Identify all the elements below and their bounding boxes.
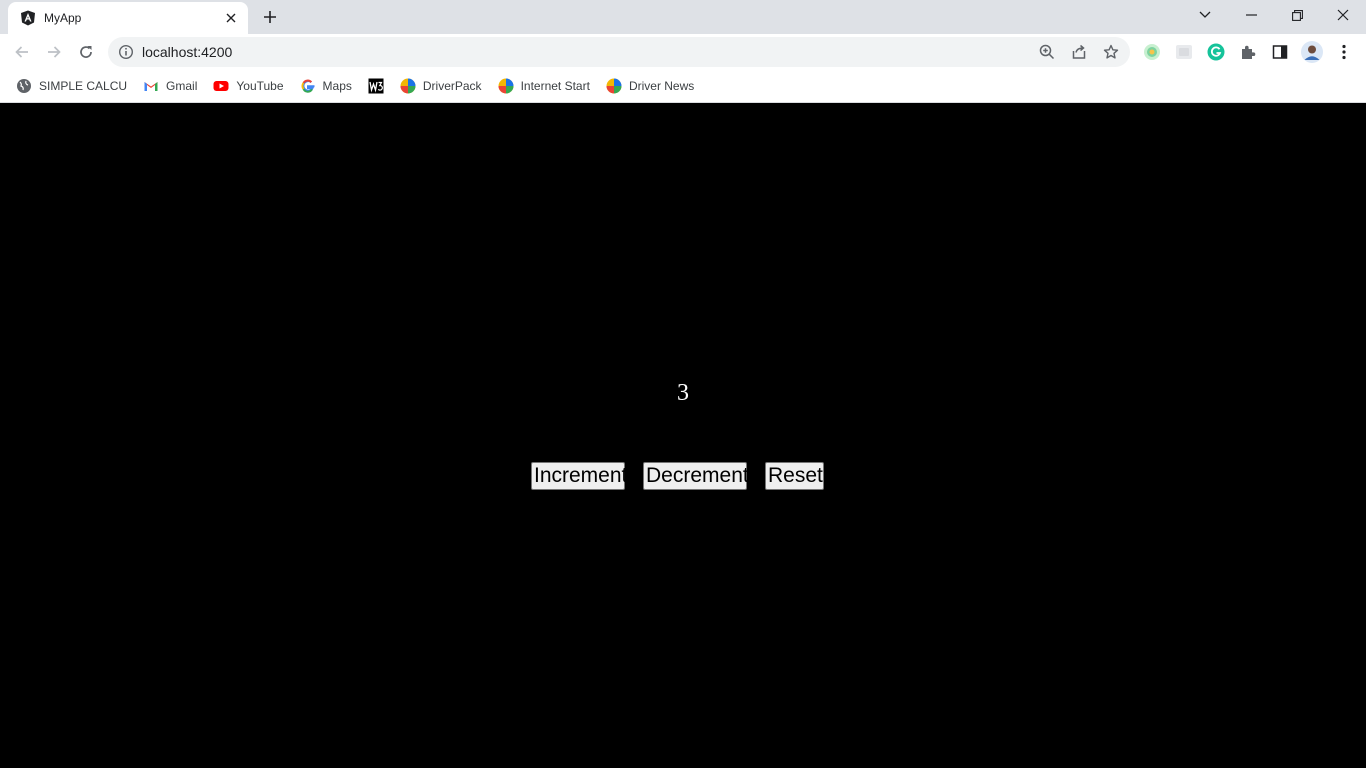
url-text[interactable]: localhost:4200 xyxy=(142,44,232,60)
counter-value: 3 xyxy=(677,380,689,406)
page-content: 3 Increment Decrement Reset xyxy=(0,103,1366,768)
plus-icon xyxy=(264,11,276,23)
restore-button[interactable] xyxy=(1274,0,1320,30)
globe-icon xyxy=(17,79,31,93)
bookmark-w3schools[interactable] xyxy=(360,73,392,99)
arrow-right-icon xyxy=(48,46,61,58)
youtube-icon xyxy=(213,81,229,91)
info-icon[interactable] xyxy=(118,44,134,60)
angular-icon xyxy=(21,10,35,26)
reload-button[interactable] xyxy=(72,38,100,66)
share-icon[interactable] xyxy=(1070,43,1088,61)
bookmarks-bar: SIMPLE CALCU Gmail YouTube Maps DriverPa… xyxy=(0,70,1366,103)
minimize-icon xyxy=(1245,14,1257,16)
zoom-icon[interactable] xyxy=(1038,43,1056,61)
bookmark-label: SIMPLE CALCU xyxy=(39,79,128,93)
bookmark-label: YouTube xyxy=(236,79,284,93)
extension-colorful-icon[interactable] xyxy=(1142,42,1162,62)
reset-button[interactable]: Reset xyxy=(765,462,824,490)
bookmark-simple-calcu[interactable]: SIMPLE CALCU xyxy=(8,73,135,99)
restore-icon xyxy=(1291,9,1303,21)
w3schools-icon xyxy=(368,78,384,94)
minimize-button[interactable] xyxy=(1228,0,1274,30)
bookmark-youtube[interactable]: YouTube xyxy=(205,73,291,99)
star-icon[interactable] xyxy=(1102,43,1120,61)
arrow-left-icon xyxy=(15,46,28,58)
close-window-button[interactable] xyxy=(1320,0,1366,30)
extension-grey-icon[interactable] xyxy=(1174,42,1194,62)
avatar[interactable] xyxy=(1300,40,1324,64)
driverpack-icon xyxy=(606,78,622,94)
back-button[interactable] xyxy=(8,38,36,66)
bookmark-label: Internet Start xyxy=(520,79,590,93)
tab-search-button[interactable] xyxy=(1182,0,1228,30)
driverpack-icon xyxy=(498,78,514,94)
chevron-down-icon xyxy=(1199,11,1211,18)
grammarly-icon[interactable] xyxy=(1206,42,1226,62)
address-bar[interactable]: localhost:4200 xyxy=(108,37,1130,67)
bookmark-label: Driver News xyxy=(628,79,695,93)
side-panel-icon[interactable] xyxy=(1270,42,1290,62)
toolbar: localhost:4200 xyxy=(0,34,1366,70)
increment-button[interactable]: Increment xyxy=(531,462,627,490)
bookmark-label: DriverPack xyxy=(422,79,482,93)
bookmark-label: Gmail xyxy=(166,79,198,93)
tab-myapp[interactable]: MyApp xyxy=(8,2,248,34)
tab-title: MyApp xyxy=(44,11,82,25)
new-tab-button[interactable] xyxy=(258,6,282,28)
bookmark-driver-news[interactable]: Driver News xyxy=(598,73,702,99)
bookmark-internet-start[interactable]: Internet Start xyxy=(490,73,598,99)
bookmark-driverpack[interactable]: DriverPack xyxy=(392,73,490,99)
decrement-button[interactable]: Decrement xyxy=(643,462,749,490)
menu-dots-icon[interactable] xyxy=(1334,42,1354,62)
bookmark-label: Maps xyxy=(322,79,352,93)
close-icon xyxy=(1337,9,1349,21)
google-icon xyxy=(300,79,315,93)
forward-button[interactable] xyxy=(40,38,68,66)
tab-strip: MyApp xyxy=(0,0,1366,34)
gmail-icon xyxy=(144,82,158,91)
driverpack-icon xyxy=(400,78,416,94)
bookmark-maps[interactable]: Maps xyxy=(292,73,360,99)
reload-icon xyxy=(80,46,92,58)
browser-chrome: MyApp localhost:4200 SIMPLE CALCU Gmail … xyxy=(0,0,1366,103)
close-tab-icon[interactable] xyxy=(222,9,240,27)
puzzle-icon[interactable] xyxy=(1238,42,1258,62)
bookmark-gmail[interactable]: Gmail xyxy=(135,73,205,99)
